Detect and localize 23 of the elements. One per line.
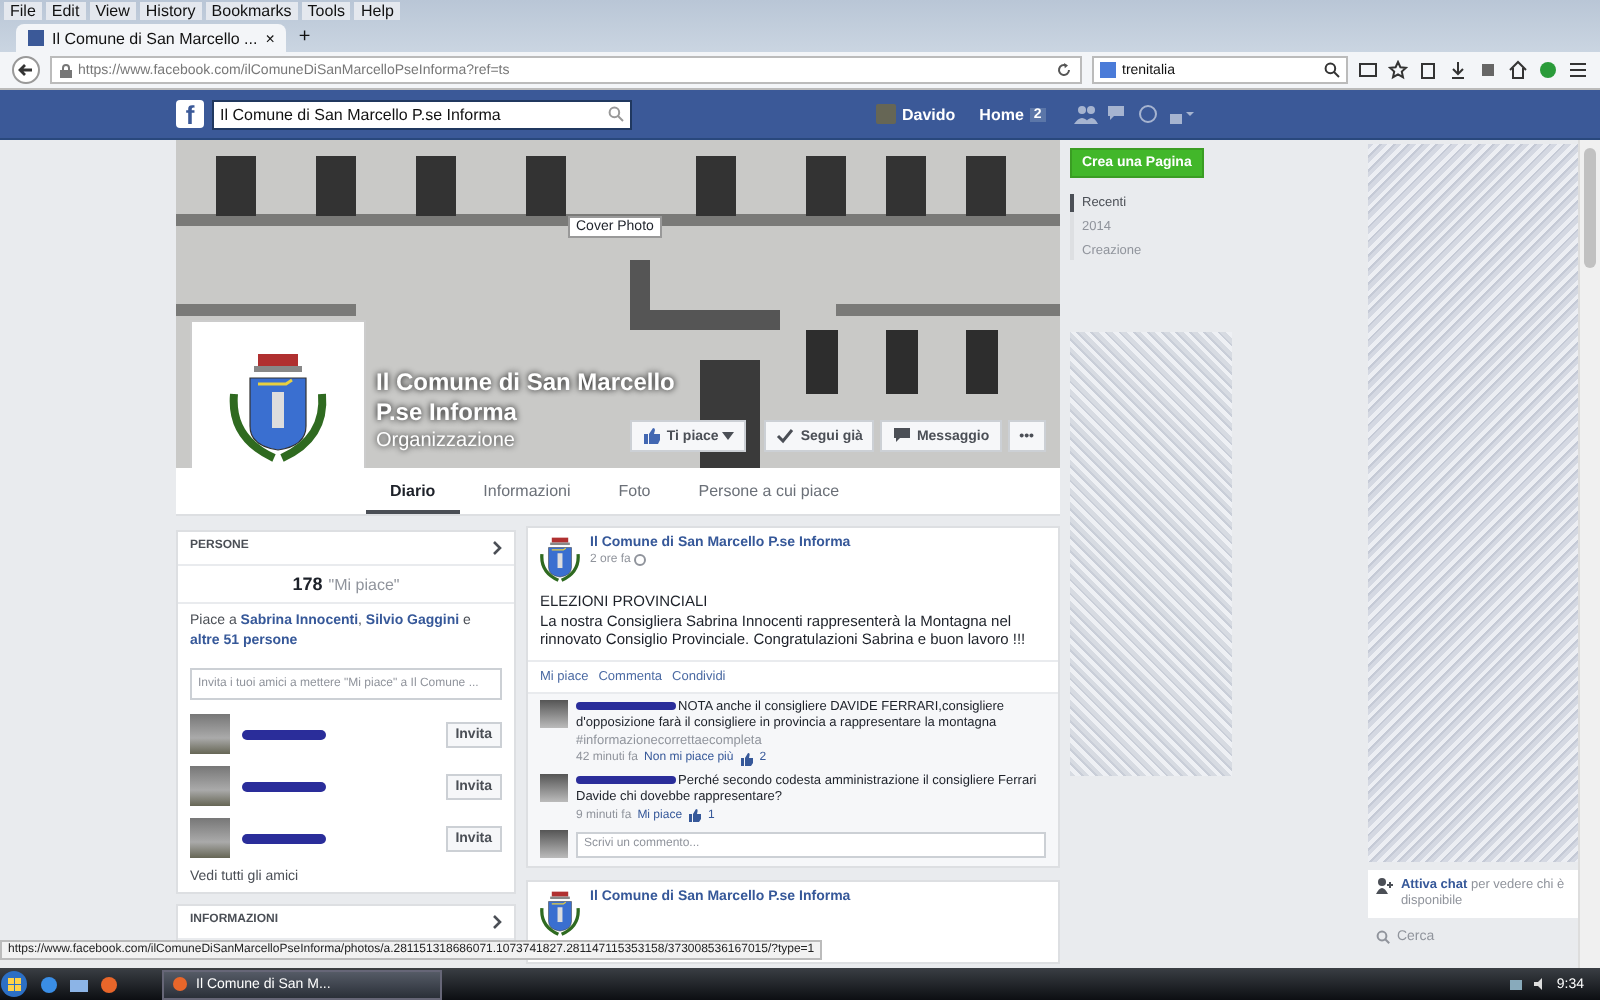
menu-item[interactable]: Tools [301, 1, 351, 19]
page-tab[interactable]: Diario [366, 468, 460, 514]
close-tab-button[interactable]: × [265, 29, 275, 47]
menu-item[interactable]: View [89, 1, 136, 19]
menu-item[interactable]: Bookmarks [205, 1, 298, 19]
page-tab[interactable]: Persone a cui piace [674, 468, 864, 514]
likes-label: "Mi piace" [328, 576, 400, 594]
tab-title: Il Comune di San Marcello ... [52, 29, 258, 47]
menu-item[interactable]: File [4, 1, 42, 19]
home-link[interactable]: Home [979, 105, 1024, 123]
user-name-link[interactable]: Davido [902, 105, 956, 123]
likes-count: 178 [292, 574, 323, 594]
page-category: Organizzazione [376, 430, 515, 452]
search-text: Il Comune di San Marcello P.se Informa [220, 105, 503, 123]
page-tab[interactable]: Foto [594, 468, 675, 514]
new-tab-button[interactable]: + [298, 24, 311, 52]
search-field[interactable]: Il Comune di San Marcello P.se Informa [212, 99, 632, 129]
browser-tab[interactable]: Il Comune di San Marcello ... × [16, 24, 287, 52]
menu-item[interactable]: Edit [45, 1, 86, 19]
menu-item[interactable]: Help [354, 1, 400, 19]
menu-item[interactable]: History [139, 1, 202, 19]
page-tab[interactable]: Informazioni [459, 468, 595, 514]
facebook-logo[interactable]: f [176, 100, 204, 128]
